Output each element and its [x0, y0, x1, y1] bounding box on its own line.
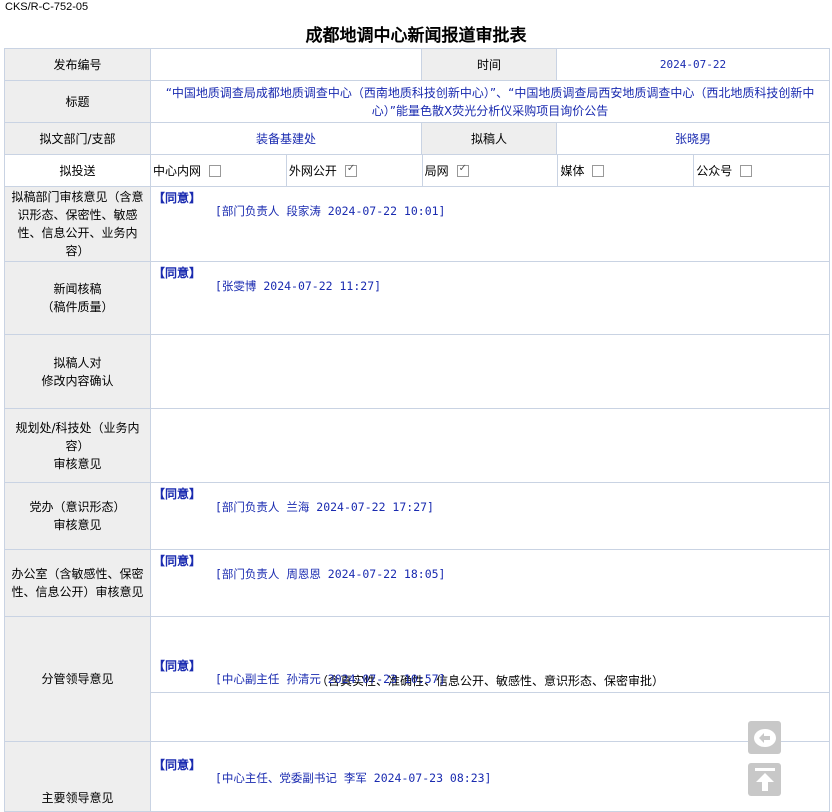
row-label-chief-leader: 主要领导意见 [4, 741, 151, 812]
row-label-line2: 修改内容确认 [41, 373, 114, 388]
dept-label: 拟文部门/支部 [4, 122, 151, 155]
send-option-label: 局网 [424, 164, 449, 178]
drafter-value: 张晓男 [556, 122, 831, 155]
send-option-intranet[interactable]: 中心内网 [151, 155, 287, 186]
send-option-wechat[interactable]: 公众号 [694, 155, 829, 186]
checkbox-media[interactable] [592, 164, 605, 177]
row-label-line1: 党办（意识形态） [29, 500, 126, 514]
title-value: “中国地质调查局成都地质调查中心（西南地质科技创新中心）”、“中国地质调查局西安… [149, 80, 831, 123]
agree-text: 【同意】 [153, 487, 202, 501]
signature-text: [部门负责人 兰海 2024-07-22 17:27] [215, 500, 434, 514]
signature-text: [部门负责人 段家涛 2024-07-22 10:01] [215, 204, 446, 218]
agree-text: 【同意】 [153, 554, 202, 568]
checkbox-public[interactable] [344, 163, 357, 177]
opinion-deputy-leader: （含真实性、准确性、信息公开、敏感性、意识形态、保密审批） 【同意】 [中心副主… [149, 616, 831, 742]
title-label: 标题 [4, 80, 151, 123]
agree-text: 【同意】 [153, 266, 202, 280]
dept-value: 装备基建处 [149, 122, 423, 155]
send-option-label: 外网公开 [288, 164, 337, 178]
pub-no-value [149, 48, 423, 81]
row-label-drafter-confirm: 拟稿人对 修改内容确认 [4, 334, 151, 409]
opinion-drafting-dept: 【同意】 [部门负责人 段家涛 2024-07-22 10:01] [149, 186, 831, 262]
page-title: 成都地调中心新闻报道审批表 [305, 26, 527, 46]
drafter-label: 拟稿人 [421, 122, 558, 155]
scroll-to-top-icon[interactable] [748, 763, 781, 796]
row-label-line2: 审核意见 [53, 518, 102, 532]
opinion-planning [149, 408, 831, 483]
row-label-party-office: 党办（意识形态） 审核意见 [4, 482, 151, 550]
checkbox-bureau[interactable] [456, 163, 469, 177]
opinion-admin-office: 【同意】 [部门负责人 周恩恩 2024-07-22 18:05] [149, 549, 831, 617]
row-label-line1: 拟稿人对 [53, 355, 102, 370]
checkbox-intranet[interactable] [209, 164, 222, 177]
signature-text: [中心主任、党委副书记 李军 2024-07-23 08:23] [215, 771, 492, 785]
document-code: CKS/R-C-752-05 [5, 1, 89, 13]
send-option-public[interactable]: 外网公开 [287, 155, 423, 186]
time-value: 2024-07-22 [556, 48, 831, 81]
send-option-media[interactable]: 媒体 [558, 155, 695, 186]
approval-form: 发布编号 时间 2024-07-22 标题 “中国地质调查局成都地质调查中心（西… [4, 48, 831, 812]
opinion-news-review: 【同意】 [张雯博 2024-07-22 11:27] [149, 261, 831, 335]
opinion-party-office: 【同意】 [部门负责人 兰海 2024-07-22 17:27] [149, 482, 831, 550]
row-label-line1: 规划处/科技处（业务内容） [15, 420, 140, 453]
row-label-line1: 新闻核稿 [53, 282, 102, 296]
checkbox-wechat[interactable] [740, 164, 753, 177]
opinion-drafter-confirm [149, 334, 831, 409]
row-label-admin-office: 办公室（含敏感性、保密性、信息公开）审核意见 [4, 549, 151, 617]
send-option-label: 媒体 [560, 164, 585, 178]
row-label-deputy-leader: 分管领导意见 [4, 616, 151, 742]
row-label-drafting-dept: 拟稿部门审核意见（含意识形态、保密性、敏感性、信息公开、业务内容） [4, 186, 151, 262]
send-option-label: 中心内网 [153, 164, 202, 178]
agree-text: 【同意】 [153, 659, 202, 673]
agree-text: 【同意】 [153, 191, 202, 205]
send-label: 拟投送 [4, 154, 151, 187]
pub-no-label: 发布编号 [4, 48, 151, 81]
row-label-line2: （稿件质量） [41, 300, 114, 314]
back-arrow-icon[interactable] [748, 721, 781, 754]
agree-text: 【同意】 [153, 758, 202, 772]
row-label-planning: 规划处/科技处（业务内容） 审核意见 [4, 408, 151, 483]
signature-text: [张雯博 2024-07-22 11:27] [215, 279, 382, 293]
row-label-news-review: 新闻核稿 （稿件质量） [4, 261, 151, 335]
opinion-chief-leader: 【同意】 [中心主任、党委副书记 李军 2024-07-23 08:23] [149, 741, 831, 812]
send-option-label: 公众号 [696, 164, 733, 178]
time-label: 时间 [421, 48, 558, 81]
signature-text: [部门负责人 周恩恩 2024-07-22 18:05] [215, 567, 446, 581]
row-label-line2: 审核意见 [53, 456, 102, 471]
send-option-bureau[interactable]: 局网 [423, 155, 559, 186]
signature-text: [中心副主任 孙清元 2024-07-23 10:57] [215, 672, 446, 686]
